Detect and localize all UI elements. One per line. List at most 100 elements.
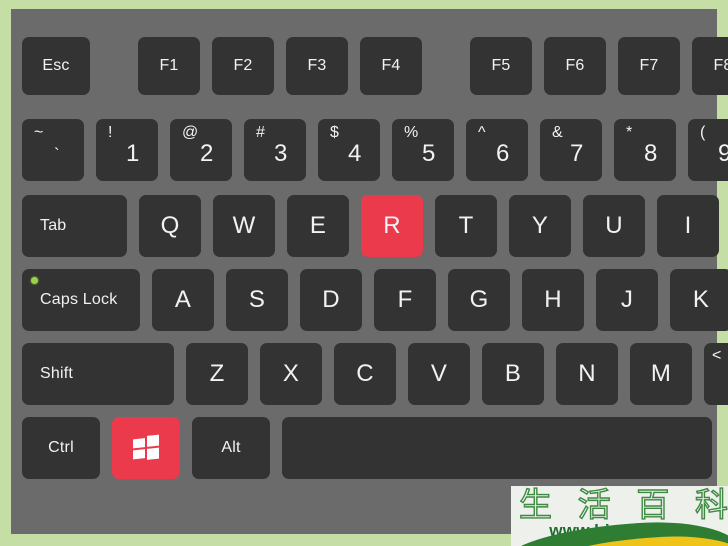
key-label: K: [692, 286, 710, 313]
key-6[interactable]: ^ 6: [466, 119, 528, 181]
key-f[interactable]: F: [374, 269, 436, 331]
key-shifted-label: #: [256, 124, 266, 141]
key-r-highlighted[interactable]: R: [361, 195, 423, 257]
key-label: A: [174, 286, 192, 313]
keyboard-row-qwerty: Tab Q W E R T Y U I: [22, 195, 719, 257]
key-label: 5: [422, 140, 436, 167]
key-f4[interactable]: F4: [360, 37, 422, 95]
key-label: J: [620, 286, 634, 313]
key-y[interactable]: Y: [509, 195, 571, 257]
key-label: Tab: [40, 217, 67, 234]
key-comma-less-than[interactable]: <: [704, 343, 728, 405]
key-m[interactable]: M: [630, 343, 692, 405]
key-label: Alt: [221, 439, 241, 456]
watermark-char-2: 活: [577, 486, 611, 524]
key-w[interactable]: W: [213, 195, 275, 257]
key-9[interactable]: ( 9: [688, 119, 728, 181]
key-f7[interactable]: F7: [618, 37, 680, 95]
key-f2[interactable]: F2: [212, 37, 274, 95]
key-label: X: [282, 360, 300, 387]
key-label: I: [684, 212, 692, 239]
key-i[interactable]: I: [657, 195, 719, 257]
keyboard-row-bottom-alpha: Shift Z X C V B N M <: [22, 343, 728, 405]
key-windows-highlighted[interactable]: [112, 417, 180, 479]
key-f3[interactable]: F3: [286, 37, 348, 95]
key-label: G: [469, 286, 489, 313]
keyboard-illustration: Esc F1 F2 F3 F4 F5 F6 F7 F ~ ` ! 1 @ 2 #…: [11, 9, 728, 534]
key-8[interactable]: * 8: [614, 119, 676, 181]
keyboard-row-home: Caps Lock A S D F G H J K: [22, 269, 728, 331]
key-label: Ctrl: [48, 439, 74, 456]
key-j[interactable]: J: [596, 269, 658, 331]
key-a[interactable]: A: [152, 269, 214, 331]
key-ctrl[interactable]: Ctrl: [22, 417, 100, 479]
key-2[interactable]: @ 2: [170, 119, 232, 181]
key-b[interactable]: B: [482, 343, 544, 405]
key-s[interactable]: S: [226, 269, 288, 331]
key-c[interactable]: C: [334, 343, 396, 405]
key-label: F: [397, 286, 413, 313]
key-label: Q: [160, 212, 180, 239]
key-shifted-label: ~: [34, 124, 44, 141]
key-tab[interactable]: Tab: [22, 195, 127, 257]
key-z[interactable]: Z: [186, 343, 248, 405]
key-label: B: [504, 360, 522, 387]
key-label: F4: [381, 57, 401, 74]
key-label: F8: [713, 57, 728, 74]
key-label: F5: [491, 57, 511, 74]
key-label: Shift: [40, 365, 74, 382]
key-n[interactable]: N: [556, 343, 618, 405]
key-f1[interactable]: F1: [138, 37, 200, 95]
key-4[interactable]: $ 4: [318, 119, 380, 181]
key-label: M: [650, 360, 672, 387]
key-label: F1: [159, 57, 179, 74]
keyboard-row-numbers: ~ ` ! 1 @ 2 # 3 $ 4 % 5 ^ 6 & 7 * 8 (9: [22, 119, 728, 181]
key-caps-lock[interactable]: Caps Lock: [22, 269, 140, 331]
key-shift[interactable]: Shift: [22, 343, 174, 405]
key-label: H: [544, 286, 562, 313]
key-f5[interactable]: F5: [470, 37, 532, 95]
key-shifted-label: (: [700, 124, 706, 141]
key-backtick[interactable]: ~ `: [22, 119, 84, 181]
key-7[interactable]: & 7: [540, 119, 602, 181]
key-label: D: [322, 286, 340, 313]
key-label: N: [578, 360, 596, 387]
key-e[interactable]: E: [287, 195, 349, 257]
watermark-char-1: 生: [518, 486, 552, 524]
key-shifted-label: @: [182, 124, 199, 141]
key-label: 4: [348, 140, 362, 167]
key-label: R: [383, 212, 401, 239]
watermark: 生 活 百 科 www.bimeiz.com: [511, 486, 728, 546]
key-label: C: [356, 360, 374, 387]
key-label: T: [458, 212, 474, 239]
key-label: F7: [639, 57, 659, 74]
screenshot-stage: Esc F1 F2 F3 F4 F5 F6 F7 F ~ ` ! 1 @ 2 #…: [0, 0, 728, 546]
key-k[interactable]: K: [670, 269, 728, 331]
key-alt[interactable]: Alt: [192, 417, 270, 479]
key-x[interactable]: X: [260, 343, 322, 405]
key-1[interactable]: ! 1: [96, 119, 158, 181]
key-f6[interactable]: F6: [544, 37, 606, 95]
key-h[interactable]: H: [522, 269, 584, 331]
key-esc[interactable]: Esc: [22, 37, 90, 95]
key-u[interactable]: U: [583, 195, 645, 257]
key-spacebar[interactable]: [282, 417, 712, 479]
key-label: W: [232, 212, 256, 239]
key-v[interactable]: V: [408, 343, 470, 405]
key-shifted-label: &: [552, 124, 563, 141]
key-5[interactable]: % 5: [392, 119, 454, 181]
key-f8[interactable]: F8: [692, 37, 728, 95]
key-label: 9: [718, 140, 728, 167]
key-shifted-label: %: [404, 124, 419, 141]
key-shifted-label: <: [712, 347, 722, 364]
caps-lock-led-icon: [31, 277, 38, 284]
key-shifted-label: $: [330, 124, 340, 141]
watermark-char-3: 百: [636, 486, 670, 524]
key-3[interactable]: # 3: [244, 119, 306, 181]
key-q[interactable]: Q: [139, 195, 201, 257]
key-t[interactable]: T: [435, 195, 497, 257]
key-d[interactable]: D: [300, 269, 362, 331]
key-label: S: [248, 286, 266, 313]
watermark-chinese-title: 生 活 百 科: [518, 486, 728, 524]
key-g[interactable]: G: [448, 269, 510, 331]
